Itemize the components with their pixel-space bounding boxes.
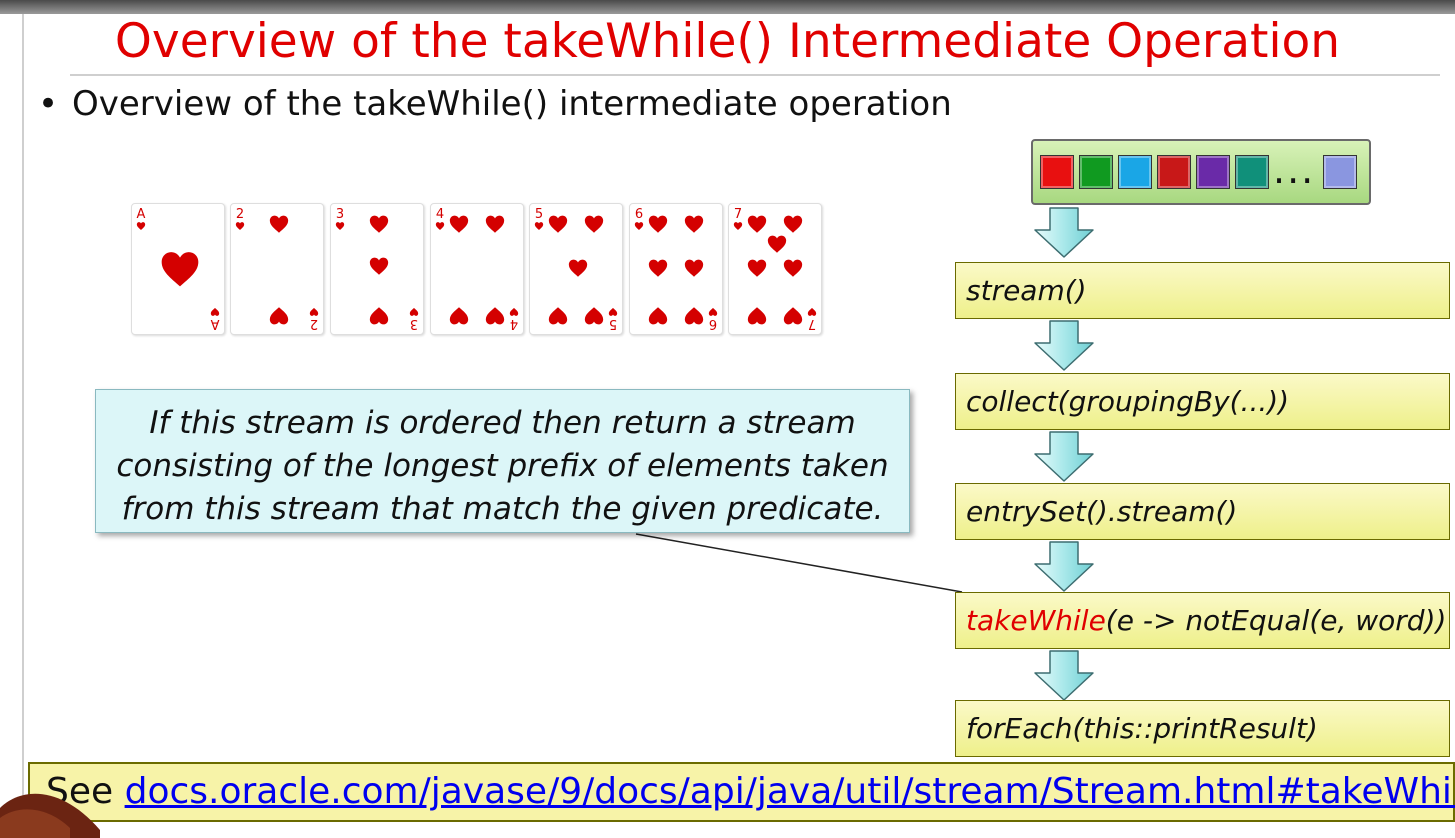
stream-element-square — [1118, 155, 1152, 189]
stream-element-square — [1235, 155, 1269, 189]
down-arrow-icon — [1033, 320, 1095, 372]
callout-line-2: consisting of the longest prefix of elem… — [116, 448, 889, 484]
callout-line-3: from this stream that match the given pr… — [121, 491, 884, 527]
op-entryset-stream: entrySet().stream() — [955, 483, 1450, 540]
callout-line-1: If this stream is ordered then return a … — [149, 405, 856, 441]
takewhile-highlight: takeWhile — [966, 604, 1106, 637]
down-arrow-icon — [1033, 431, 1095, 483]
op-takewhile: takeWhile(e -> notEqual(e, word)) — [955, 592, 1450, 649]
down-arrow-icon — [1033, 541, 1095, 593]
reference-footer: See docs.oracle.com/javase/9/docs/api/ja… — [28, 762, 1455, 822]
stream-element-square — [1157, 155, 1191, 189]
op-collect-grouping: collect(groupingBy(...)) — [955, 373, 1450, 430]
stream-element-square — [1040, 155, 1074, 189]
source-ellipsis: ... — [1273, 148, 1316, 192]
definition-callout: If this stream is ordered then return a … — [95, 389, 910, 533]
op-foreach: forEach(this::printResult) — [955, 700, 1450, 757]
down-arrow-icon — [1033, 207, 1095, 259]
op-stream: stream() — [955, 262, 1450, 319]
javadoc-link[interactable]: docs.oracle.com/javase/9/docs/api/java/u… — [125, 771, 1455, 812]
stream-source-box: ... — [1031, 139, 1371, 205]
down-arrow-icon — [1033, 650, 1095, 702]
takewhile-args: (e -> notEqual(e, word)) — [1105, 604, 1447, 637]
stream-element-square — [1196, 155, 1230, 189]
stream-element-square — [1323, 155, 1357, 189]
stream-element-square — [1079, 155, 1113, 189]
presenter-thumbnail — [0, 793, 100, 838]
